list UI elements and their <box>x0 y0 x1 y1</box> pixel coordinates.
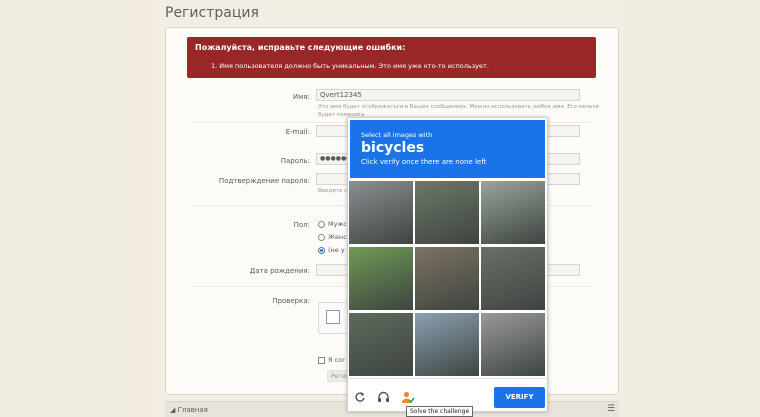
captcha-tile[interactable] <box>481 313 545 376</box>
captcha-tile[interactable] <box>415 247 479 310</box>
refresh-icon[interactable] <box>354 391 366 406</box>
captcha-tile[interactable] <box>481 247 545 310</box>
captcha-tile-image <box>349 313 413 376</box>
challenge-header: Select all images with bicycles Click ve… <box>350 120 545 178</box>
captcha-tile-image <box>481 181 545 244</box>
audio-icon[interactable] <box>377 391 390 406</box>
captcha-tile[interactable] <box>349 181 413 244</box>
info-icon[interactable] <box>401 391 415 407</box>
captcha-tile[interactable] <box>415 181 479 244</box>
captcha-challenge: Select all images with bicycles Click ve… <box>347 117 548 412</box>
captcha-tile-image <box>415 181 479 244</box>
tooltip: Solve the challenge <box>406 406 474 417</box>
captcha-tile-image <box>415 313 479 376</box>
captcha-tile-image <box>349 181 413 244</box>
challenge-instructions: Click verify once there are none left <box>361 158 487 166</box>
challenge-target: bicycles <box>361 140 425 156</box>
captcha-tile-image <box>481 313 545 376</box>
captcha-tile[interactable] <box>415 313 479 376</box>
captcha-tile[interactable] <box>349 247 413 310</box>
captcha-tile-image <box>415 247 479 310</box>
captcha-tile-image <box>349 247 413 310</box>
captcha-tile-image <box>481 247 545 310</box>
challenge-prompt: Select all images with <box>361 131 433 139</box>
captcha-tile[interactable] <box>349 313 413 376</box>
captcha-tile[interactable] <box>481 181 545 244</box>
verify-button[interactable]: VERIFY <box>494 387 545 408</box>
